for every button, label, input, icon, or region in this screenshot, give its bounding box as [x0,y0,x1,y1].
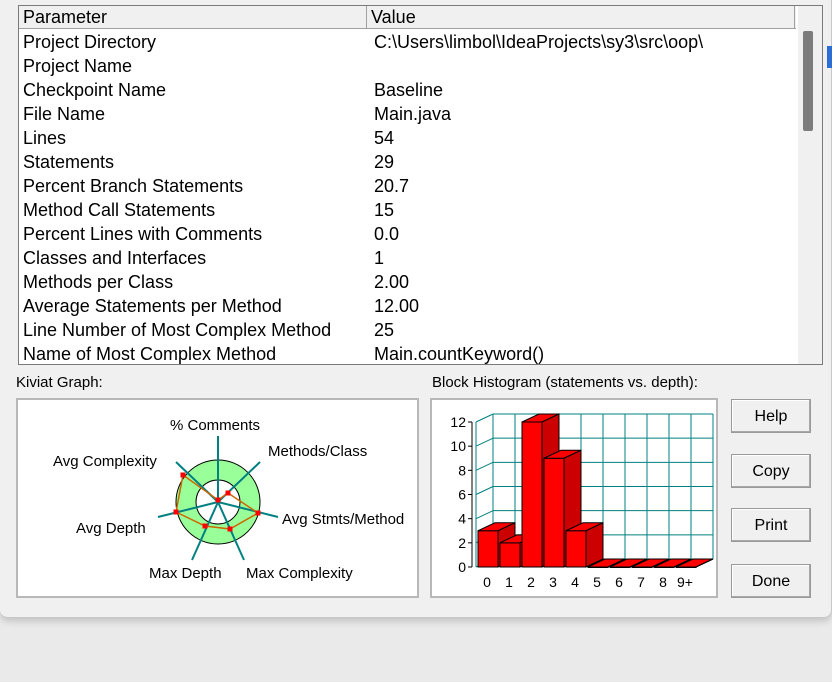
histogram-bar [565,530,587,568]
parameter-cell: Project Directory [23,32,157,52]
histogram-bar [499,542,521,568]
y-tick-label: 2 [458,535,466,551]
parameter-cell: Statements [23,152,115,172]
table-row[interactable]: Lines 54 [19,126,796,150]
kiviat-axis-label-max-depth: Max Depth [149,565,222,582]
parameter-cell: Project Name [23,56,133,76]
y-tick-label: 12 [450,414,466,430]
value-cell: 25 [374,320,395,340]
y-tick-label: 6 [458,487,466,503]
parameter-cell: Lines [23,128,67,148]
parameter-cell: Checkpoint Name [23,80,167,100]
table-row[interactable]: File Name Main.java [19,102,796,126]
kiviat-axis-label-avg-stmts: Avg Stmts/Method [282,511,404,528]
metrics-table: Parameter Value Project Directory C:\User… [18,5,823,365]
column-header-parameter[interactable]: Parameter [19,6,367,28]
table-row[interactable]: Average Statements per Method 12.00 [19,294,796,318]
x-tick-label: 1 [505,574,513,590]
x-tick-label: 3 [549,574,557,590]
kiviat-axis-label-avg-complexity: Avg Complexity [53,453,157,470]
grid-line-diagonal [475,413,494,423]
value-cell: Main.java [374,104,452,124]
table-row[interactable]: Project Name [19,54,796,78]
table-row[interactable]: Project Directory C:\Users\limbol\IdeaPro… [19,30,796,54]
value-cell: 54 [374,128,395,148]
table-row[interactable]: Percent Lines with Comments 0.0 [19,222,796,246]
table-row[interactable]: Classes and Interfaces 1 [19,246,796,270]
histogram-bar [521,421,543,568]
kiviat-graph: % Comments Methods/Class Avg Stmts/Metho… [53,417,404,582]
value-cell: 1 [374,248,385,268]
value-cell: Main.countKeyword() [374,344,545,364]
x-tick-label: 5 [593,574,601,590]
value-cell: 20.7 [374,176,410,196]
x-tick-label: 7 [637,574,645,590]
table-body: Project Directory C:\Users\limbol\IdeaPro… [19,30,796,364]
table-row[interactable]: Name of Most Complex Method Main.countKey… [19,342,796,364]
x-tick-label: 8 [659,574,667,590]
table-header: Parameter Value [19,6,796,29]
parameter-cell: Percent Branch Statements [23,176,244,196]
x-tick-label: 9+ [677,574,693,590]
table-row[interactable]: Checkpoint Name Baseline [19,78,796,102]
parameter-cell: Name of Most Complex Method [23,344,277,364]
block-histogram-dialog: Parameter Value Project Directory C:\User… [0,0,832,618]
x-tick-label: 2 [527,574,535,590]
value-cell: 15 [374,200,395,220]
kiviat-axis-label-avg-depth: Avg Depth [76,520,146,537]
parameter-cell: File Name [23,104,106,124]
x-tick-label: 4 [571,574,579,590]
background-window-edge [827,46,832,68]
block-histogram-label: Block Histogram (statements vs. depth): [432,374,698,391]
kiviat-graph-label: Kiviat Graph: [16,374,103,391]
done-button[interactable]: Done [731,564,811,598]
parameter-cell: Method Call Statements [23,200,216,220]
parameter-cell: Classes and Interfaces [23,248,207,268]
block-histogram-panel: 0 2 4 6 8 10 12 0 1 2 3 4 5 6 7 8 9+ [430,398,718,598]
histogram-bar [477,530,499,568]
parameter-cell: Line Number of Most Complex Method [23,320,332,340]
value-cell: C:\Users\limbol\IdeaProjects\sy3\src\oop… [374,32,704,52]
parameter-cell: Methods per Class [23,272,174,292]
value-cell: 12.00 [374,296,420,316]
scrollbar-thumb[interactable] [803,31,813,131]
x-tick-label: 6 [615,574,623,590]
column-header-value[interactable]: Value [367,6,795,28]
help-button[interactable]: Help [731,399,811,433]
value-cell: 0.0 [374,224,400,244]
value-cell: 29 [374,152,395,172]
print-button[interactable]: Print [731,508,811,542]
y-tick-label: 0 [458,559,466,575]
table-row[interactable]: Percent Branch Statements 20.7 [19,174,796,198]
kiviat-axis-label-max-complexity: Max Complexity [246,565,353,582]
table-row[interactable]: Methods per Class 2.00 [19,270,796,294]
grid-line-diagonal [475,486,494,495]
value-cell: 2.00 [374,272,410,292]
grid-line-diagonal [475,461,494,471]
histogram-bar-side [585,521,604,568]
kiviat-graph-panel: % Comments Methods/Class Avg Stmts/Metho… [16,398,419,598]
histogram-bar [543,457,565,568]
block-histogram-chart: 0246810120 1 2 3 4 5 6 7 8 9+ [450,413,714,590]
y-tick-label: 4 [458,511,466,527]
x-tick-label: 0 [483,574,491,590]
copy-button[interactable]: Copy [731,454,811,488]
kiviat-axis-label-methods-class: Methods/Class [268,443,367,460]
y-tick-label: 10 [450,438,466,454]
table-row[interactable]: Method Call Statements 15 [19,198,796,222]
grid-line-diagonal [475,437,494,447]
kiviat-axis-label-comments: % Comments [170,417,260,434]
value-cell: Baseline [374,80,444,100]
parameter-cell: Average Statements per Method [23,296,282,316]
parameter-cell: Percent Lines with Comments [23,224,263,244]
table-row[interactable]: Line Number of Most Complex Method 25 [19,318,796,342]
table-row[interactable]: Statements 29 [19,150,796,174]
y-tick-label: 8 [458,462,466,478]
grid-line-diagonal [475,510,494,520]
